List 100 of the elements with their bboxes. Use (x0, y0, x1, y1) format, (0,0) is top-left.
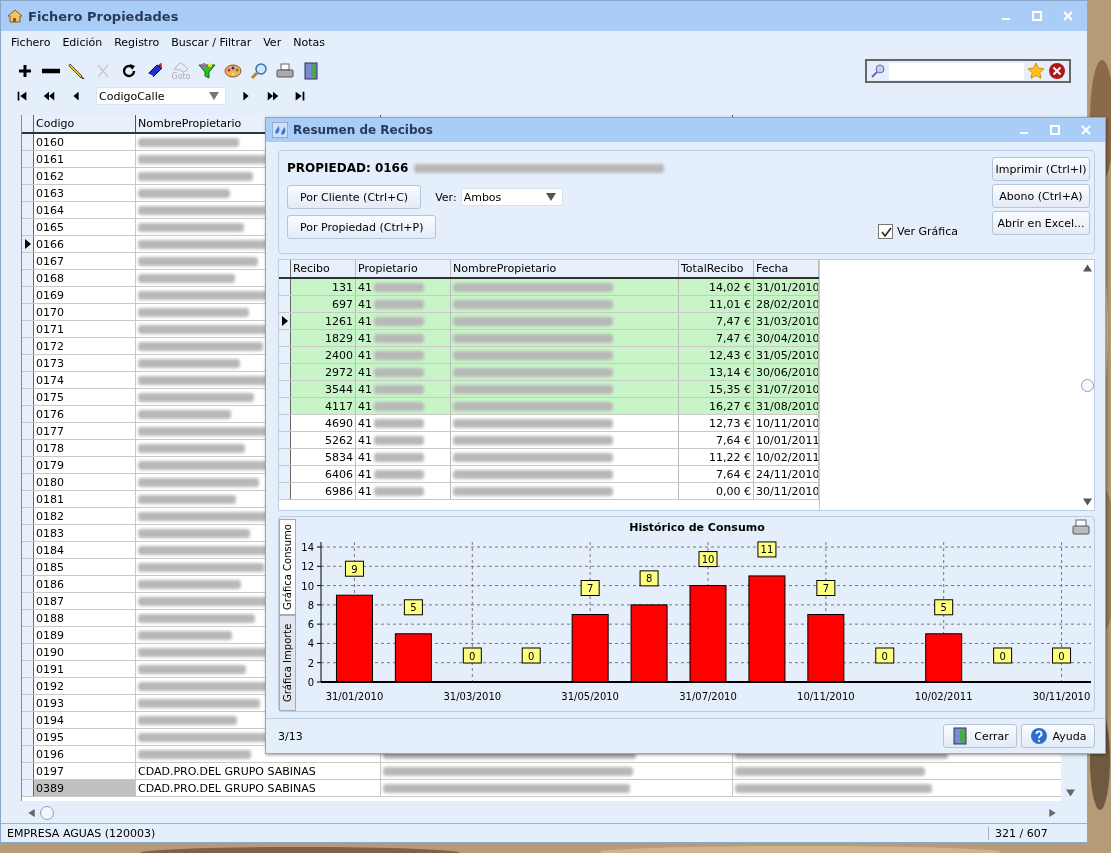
menu-item[interactable]: Ver (257, 35, 288, 49)
table-cell: 28/02/2010 (754, 296, 819, 312)
goto-label: Goto (171, 73, 191, 81)
search-icon (250, 62, 268, 80)
blurred-text (374, 367, 424, 377)
data-label: 8 (645, 573, 653, 585)
book-icon (146, 62, 164, 80)
menu-item[interactable]: Registro (108, 35, 166, 49)
checkbox[interactable] (878, 224, 894, 239)
status-text: EMPRESA AGUAS (120003) (6, 826, 157, 840)
nav-arrow-icon[interactable] (293, 89, 307, 103)
table-cell: 697 (291, 296, 356, 312)
ver-dropdown[interactable]: Ambos (460, 188, 563, 206)
menu-item[interactable]: Fichero (5, 35, 57, 49)
table-cell: 0172 (34, 338, 136, 354)
search-field[interactable] (865, 59, 1071, 83)
column-header[interactable]: TotalRecibo (679, 260, 754, 277)
action-button[interactable]: Abono (Ctrl+A) (992, 184, 1090, 208)
pencil-icon (68, 62, 86, 80)
data-label: 0 (881, 650, 888, 662)
show-chart-checkbox[interactable]: Ver Gráfica (878, 224, 958, 239)
blurred-text (374, 333, 424, 343)
chart-tab[interactable]: Gráfica Importe (279, 615, 296, 711)
table-cell: 0193 (34, 695, 136, 711)
column-header[interactable]: Propietario (356, 260, 451, 277)
axis-tick-label: 2 (307, 657, 314, 669)
table-cell: 0188 (34, 610, 136, 626)
table-row[interactable]: 5834 41 11,22 € 10/02/2011 (279, 449, 819, 466)
table-cell: 41 (358, 450, 372, 464)
table-cell: 12,43 € (679, 347, 754, 363)
table-cell: 6986 (291, 483, 356, 499)
menu-item[interactable]: Buscar / Filtrar (165, 35, 258, 49)
table-row[interactable]: 6406 41 7,64 € 24/11/2010 (279, 466, 819, 483)
column-header[interactable]: Recibo (291, 260, 356, 277)
table-row[interactable]: 4117 41 16,27 € 31/08/2010 (279, 398, 819, 415)
axis-tick-label: 0 (307, 677, 314, 688)
table-row[interactable]: 2972 41 13,14 € 30/06/2010 (279, 364, 819, 381)
house-icon (7, 8, 23, 24)
menu-item[interactable]: Edición (56, 35, 109, 49)
action-button[interactable]: Imprimir (Ctrl+I) (992, 157, 1090, 181)
chart-tab[interactable]: Gráfica Consumo (279, 519, 296, 615)
action-button[interactable]: Abrir en Excel... (992, 211, 1090, 235)
table-cell: CDAD.PRO.DEL GRUPO SABINAS (136, 780, 381, 796)
table-cell: 7,64 € (679, 466, 754, 482)
clear-icon[interactable] (1048, 62, 1066, 80)
table-cell: 0,00 € (679, 483, 754, 499)
table-cell: 41 (358, 416, 372, 430)
table-cell: 10/11/2010 (754, 415, 819, 431)
star-icon[interactable] (1027, 62, 1045, 80)
scroll-left-icon[interactable] (27, 809, 36, 817)
table-cell: 41 (358, 382, 372, 396)
footer-button[interactable]: Cerrar (943, 724, 1017, 748)
axis-tick-label: 6 (307, 619, 314, 631)
row-header[interactable] (279, 313, 291, 329)
table-cell: 0189 (34, 627, 136, 643)
blurred-text (374, 350, 424, 360)
by-property-button[interactable]: Por Propiedad (Ctrl+P) (287, 215, 437, 239)
field-selector[interactable]: CodigoCalle (96, 87, 226, 105)
scroll-down-icon[interactable] (1065, 789, 1075, 797)
table-cell: 0167 (34, 253, 136, 269)
row-header[interactable] (22, 236, 34, 252)
table-row[interactable]: 2400 41 12,43 € 31/05/2010 (279, 347, 819, 364)
table-cell: 2400 (291, 347, 356, 363)
column-header[interactable]: Codigo (34, 115, 136, 132)
data-label: 7 (580, 580, 600, 596)
table-cell: 41 (358, 399, 372, 413)
table-cell: 131 (291, 279, 356, 295)
table-cell: 0160 (34, 134, 136, 150)
table-row[interactable]: 3544 41 15,35 € 31/07/2010 (279, 381, 819, 398)
table-row[interactable]: 1261 41 7,47 € 31/03/2010 (279, 313, 819, 330)
column-header[interactable]: NombrePropietario (451, 260, 679, 277)
data-label: 0 (462, 647, 482, 664)
table-row[interactable]: 5262 41 7,64 € 10/01/2011 (279, 432, 819, 449)
table-cell: 15,35 € (679, 381, 754, 397)
blurred-text (374, 316, 424, 326)
caret-icon (545, 193, 556, 201)
scroll-thumb[interactable] (40, 806, 54, 820)
ver-label: Ver: (435, 190, 457, 204)
table-row[interactable]: 697 41 11,01 € 28/02/2010 (279, 296, 819, 313)
refresh-icon (120, 62, 138, 80)
printer-icon[interactable] (1072, 519, 1090, 535)
scroll-right-icon[interactable] (1048, 809, 1057, 817)
table-cell: 4690 (291, 415, 356, 431)
axis-tick-label: 31/05/2010 (561, 691, 619, 702)
nav-arrow-icon[interactable] (42, 89, 56, 103)
table-row[interactable]: 1829 41 7,47 € 30/04/2010 (279, 330, 819, 347)
table-row[interactable]: 131 41 14,02 € 31/01/2010 (279, 279, 819, 296)
nav-arrow-icon[interactable] (15, 89, 29, 103)
table-cell: 30/04/2010 (754, 330, 819, 346)
data-label: 9 (344, 560, 364, 577)
table-cell: 11,22 € (679, 449, 754, 465)
by-client-button[interactable]: Por Cliente (Ctrl+C) (287, 185, 422, 209)
nav-arrow-icon[interactable] (266, 89, 280, 103)
footer-button[interactable]: Ayuda (1021, 724, 1095, 748)
menu-item[interactable]: Notas (287, 35, 331, 49)
table-row[interactable]: 6986 41 0,00 € 30/11/2010 (279, 483, 819, 500)
table-cell: 0183 (34, 525, 136, 541)
table-row[interactable]: 4690 41 12,73 € 10/11/2010 (279, 415, 819, 432)
blurred-text (374, 401, 424, 411)
column-header[interactable]: Fecha (754, 260, 819, 277)
